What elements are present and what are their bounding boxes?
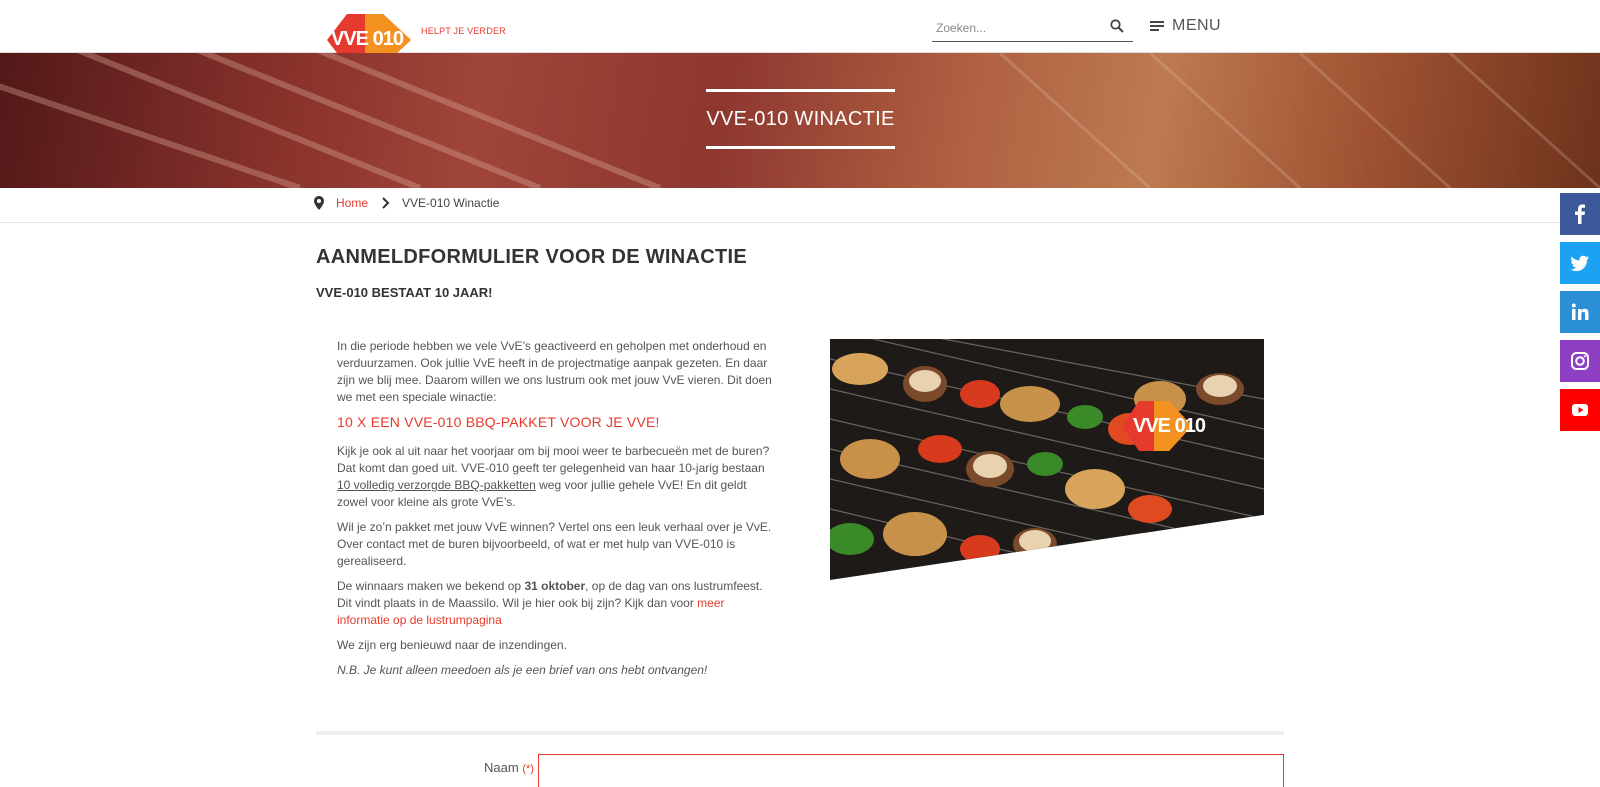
intro-paragraph: In die periode hebben we vele VvE’s geac… xyxy=(337,339,772,404)
required-marker: (*) xyxy=(522,763,534,775)
breadcrumb-home-link[interactable]: Home xyxy=(336,196,368,210)
chevron-right-icon xyxy=(382,197,390,209)
instagram-button[interactable] xyxy=(1560,340,1600,382)
section-subtitle: VVE-010 BESTAAT 10 JAAR! xyxy=(316,285,493,300)
search-box xyxy=(932,12,1133,42)
banner-title: VVE-010 WINACTIE xyxy=(706,107,895,130)
breadcrumb-current: VVE-010 Winactie xyxy=(402,196,500,210)
hero-banner: VVE-010 WINACTIE xyxy=(0,53,1600,188)
article-text: In die periode hebben we vele VvE’s geac… xyxy=(337,338,777,687)
photo-logo-text: VVE 010 xyxy=(1133,415,1206,437)
search-icon[interactable] xyxy=(1109,18,1125,34)
form-divider xyxy=(316,731,1284,735)
linkedin-button[interactable] xyxy=(1560,291,1600,333)
twitter-button[interactable] xyxy=(1560,242,1600,284)
search-input[interactable] xyxy=(936,18,1096,38)
bbq-paragraph: Kijk je ook al uit naar het voorjaar om … xyxy=(337,444,770,509)
page-title: AANMELDFORMULIER VOOR DE WINACTIE xyxy=(316,246,747,268)
youtube-button[interactable] xyxy=(1560,389,1600,431)
facebook-icon xyxy=(1575,204,1585,224)
name-label: Naam (*) xyxy=(484,760,534,775)
prize-heading: 10 X EEN VVE-010 BBQ-PAKKET VOOR JE VVE! xyxy=(337,414,660,430)
twitter-icon xyxy=(1570,255,1589,272)
bbq-skewers-image xyxy=(830,339,1264,580)
announcement-date: 31 oktober xyxy=(524,579,586,593)
facebook-button[interactable] xyxy=(1560,193,1600,235)
linkedin-icon xyxy=(1571,303,1589,320)
note-paragraph: N.B. Je kunt alleen meedoen als je een b… xyxy=(337,663,708,677)
menu-button[interactable]: MENU xyxy=(1150,14,1221,38)
logo-text: VVE 010 xyxy=(331,28,404,50)
breadcrumb: Home VVE-010 Winactie xyxy=(0,188,1600,223)
closing-paragraph: We zijn erg benieuwd naar de inzendingen… xyxy=(337,638,567,652)
hamburger-icon xyxy=(1150,21,1164,31)
bbq-packages-text: 10 volledig verzorgde BBQ-pakketten xyxy=(337,478,536,492)
site-header: VVE 010 HELPT JE VERDER MENU xyxy=(0,0,1600,66)
logo-tagline: HELPT JE VERDER xyxy=(421,26,506,36)
winners-paragraph: De winnaars maken we bekend op 31 oktobe… xyxy=(337,579,763,627)
menu-label: MENU xyxy=(1172,17,1222,34)
name-input[interactable] xyxy=(538,754,1284,787)
bbq-photo: VVE 010 xyxy=(830,339,1264,580)
story-paragraph: Wil je zo’n pakket met jouw VvE winnen? … xyxy=(337,520,772,568)
instagram-icon xyxy=(1571,352,1589,370)
location-pin-icon xyxy=(314,196,324,210)
banner-title-frame: VVE-010 WINACTIE xyxy=(706,89,895,149)
youtube-icon xyxy=(1572,404,1588,416)
